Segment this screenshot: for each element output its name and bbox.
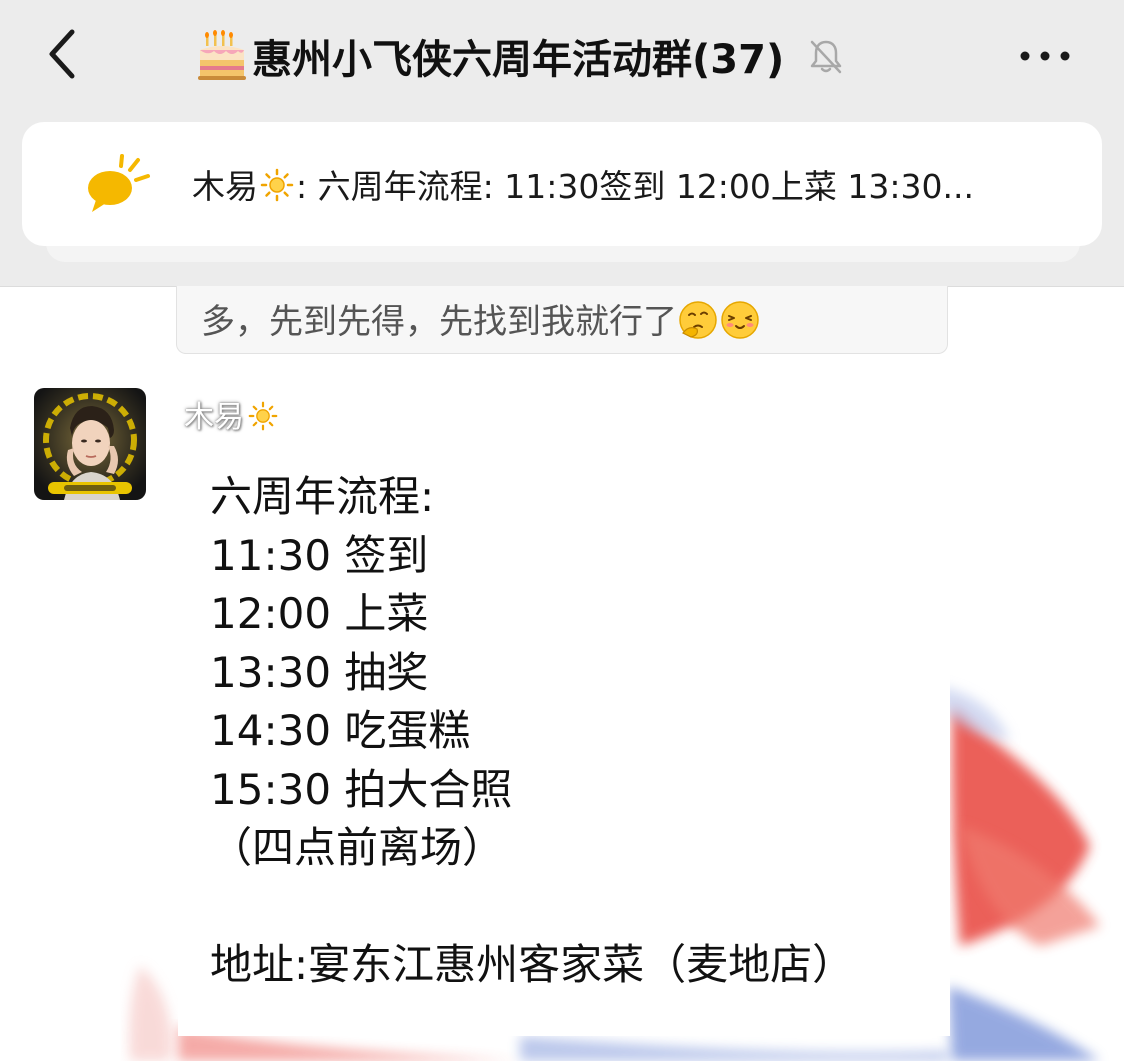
- previous-message-text-row: 多，先到先得，先找到我就行了: [201, 294, 761, 343]
- message-line: 14:30 吃蛋糕: [210, 706, 471, 755]
- back-button[interactable]: [34, 22, 90, 86]
- message-line: 12:00 上菜: [210, 589, 429, 638]
- birthday-cake-icon: [198, 30, 246, 80]
- thinking-face-icon: [679, 301, 717, 339]
- smiling-face-icon: [721, 301, 759, 339]
- sender-name-row: 木易: [184, 392, 278, 436]
- top-navigation-bar: 惠州小飞侠六周年活动群(37): [0, 0, 1124, 122]
- message-line: （四点前离场）: [210, 823, 505, 872]
- message-line: 11:30 签到: [210, 530, 429, 580]
- message-line: 六周年流程:: [210, 472, 435, 521]
- muted-bell-icon: [810, 40, 842, 74]
- avatar-image: [34, 388, 146, 500]
- more-options-button[interactable]: [1006, 28, 1084, 84]
- message-text: 六周年流程: 11:30 签到 12:00 上菜 13:30 抽奖 14:30 …: [210, 468, 854, 995]
- previous-message-bubble[interactable]: 多，先到先得，先找到我就行了: [176, 286, 948, 354]
- message-line: 13:30 抽奖: [210, 647, 429, 697]
- message-line: [210, 878, 854, 937]
- chat-title: 惠州小飞侠六周年活动群(37): [252, 37, 785, 83]
- more-dots-icon: [1020, 51, 1070, 61]
- pinned-separator: :: [296, 167, 308, 206]
- chat-title-area[interactable]: 惠州小飞侠六周年活动群(37): [196, 24, 846, 88]
- pinned-announcement-card[interactable]: 木易 : 六周年流程: 11:30签到 12:00上菜 13:30...: [22, 122, 1102, 246]
- previous-message-text: 多，先到先得，先找到我就行了: [201, 302, 677, 342]
- sender-name: 木易: [184, 400, 244, 435]
- message-line: 15:30 拍大合照: [210, 764, 513, 814]
- message-line: 地址:宴东江惠州客家菜（麦地店）: [210, 940, 855, 989]
- pinned-sender: 木易: [192, 167, 258, 206]
- pinned-preview: 六周年流程: 11:30签到 12:00上菜 13:30...: [307, 167, 974, 206]
- pinned-announcement-area: 木易 : 六周年流程: 11:30签到 12:00上菜 13:30...: [0, 122, 1124, 287]
- sender-avatar[interactable]: [34, 388, 146, 500]
- back-chevron-icon: [49, 29, 75, 79]
- message-bubble[interactable]: 六周年流程: 11:30 签到 12:00 上菜 13:30 抽奖 14:30 …: [178, 452, 950, 1036]
- sun-icon: [260, 168, 294, 202]
- pinned-preview-text: 木易 : 六周年流程: 11:30签到 12:00上菜 13:30...: [192, 160, 974, 208]
- sun-icon: [248, 401, 278, 431]
- announcement-bubble-icon: [88, 154, 150, 212]
